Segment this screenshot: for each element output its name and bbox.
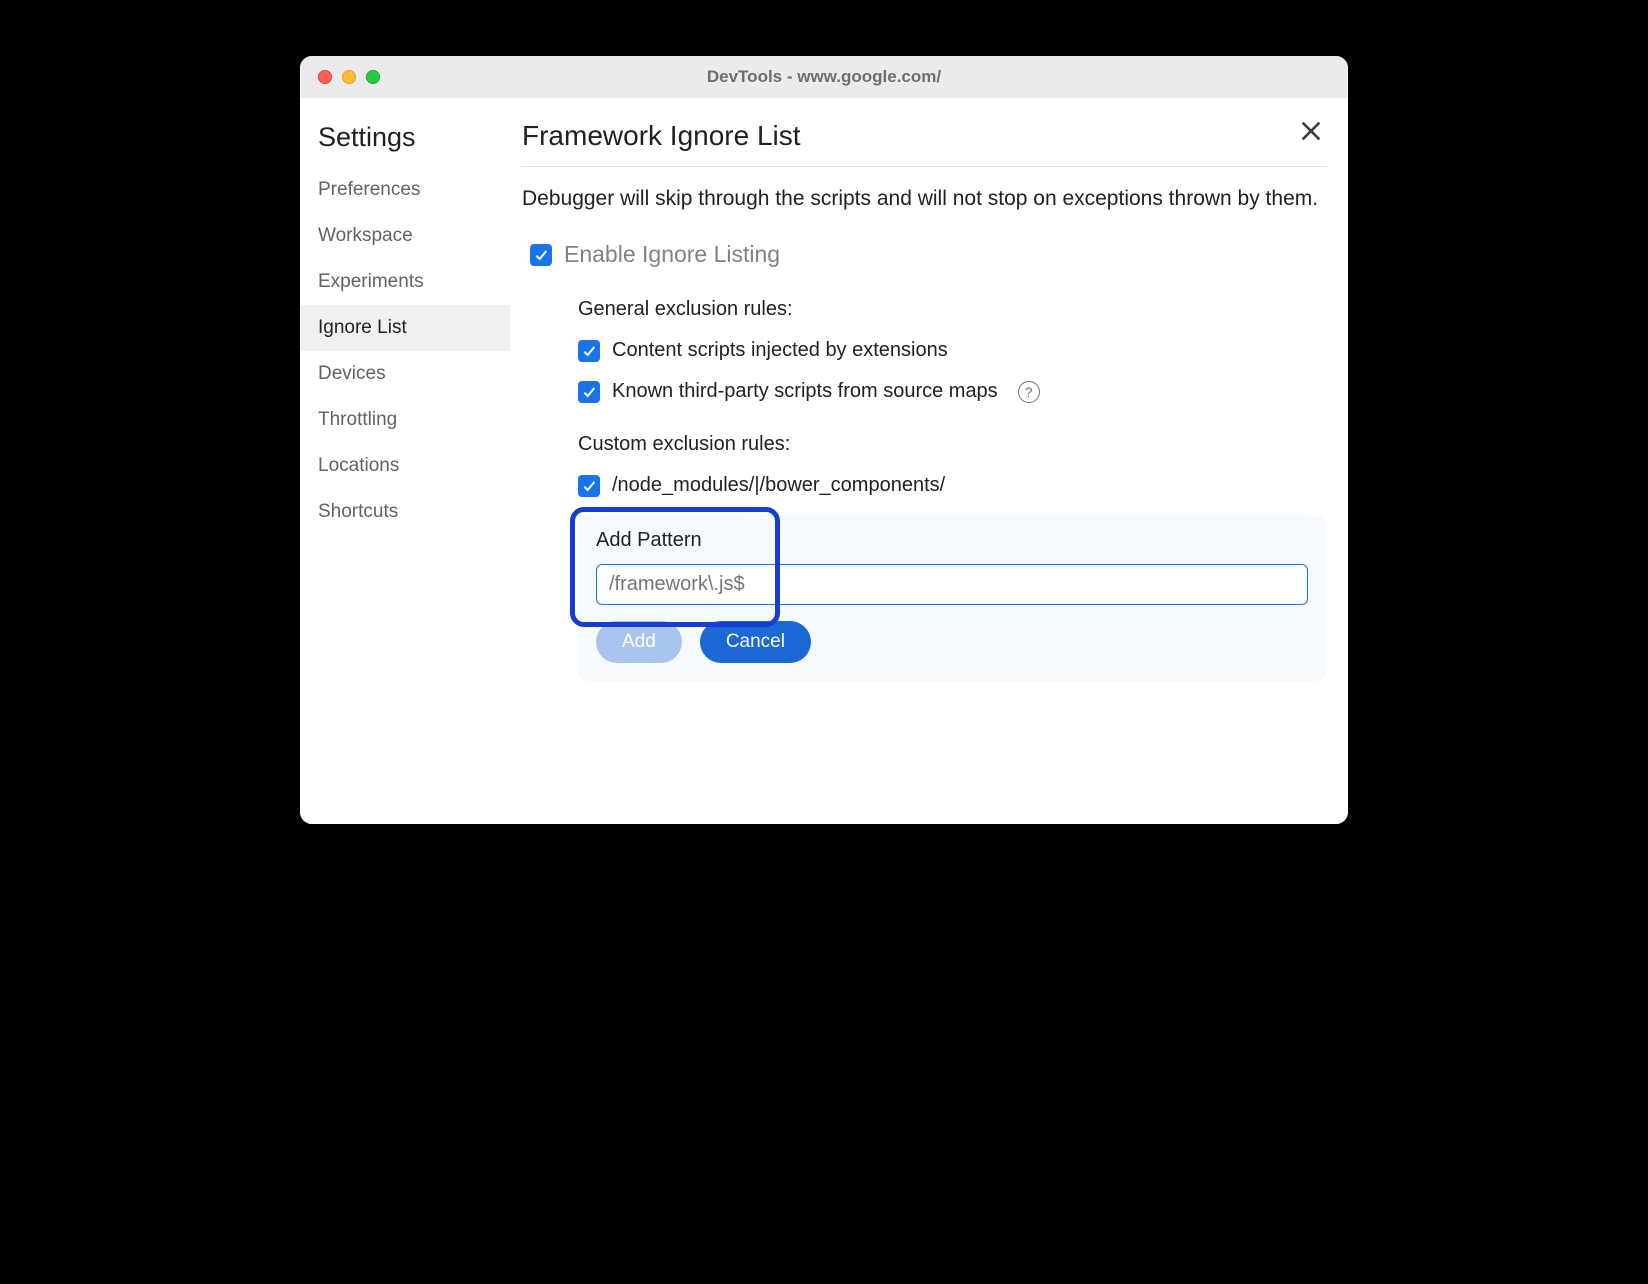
sidebar-item-experiments[interactable]: Experiments <box>300 259 510 305</box>
add-pattern-label: Add Pattern <box>596 529 1308 552</box>
page-description: Debugger will skip through the scripts a… <box>522 185 1326 213</box>
enable-ignore-listing-row: Enable Ignore Listing <box>522 241 1326 268</box>
window-minimize-button[interactable] <box>342 70 356 84</box>
sidebar-item-devices[interactable]: Devices <box>300 351 510 397</box>
help-icon[interactable]: ? <box>1018 381 1040 403</box>
close-icon[interactable] <box>1298 118 1324 144</box>
pattern-input[interactable] <box>596 564 1308 605</box>
enable-ignore-listing-checkbox[interactable] <box>530 244 552 266</box>
cancel-button[interactable]: Cancel <box>700 621 811 663</box>
window-close-button[interactable] <box>318 70 332 84</box>
page-title: Framework Ignore List <box>522 120 1326 167</box>
sidebar-item-preferences[interactable]: Preferences <box>300 167 510 213</box>
enable-ignore-listing-label: Enable Ignore Listing <box>564 241 780 268</box>
main-panel: Framework Ignore List Debugger will skip… <box>510 98 1348 824</box>
sidebar-item-shortcuts[interactable]: Shortcuts <box>300 489 510 535</box>
window-title: DevTools - www.google.com/ <box>300 67 1348 87</box>
rule-content-scripts-checkbox[interactable] <box>578 340 600 362</box>
rule-third-party-row: Known third-party scripts from source ma… <box>578 380 1326 403</box>
rule-third-party-checkbox[interactable] <box>578 381 600 403</box>
rule-third-party-label: Known third-party scripts from source ma… <box>612 380 998 403</box>
content-area: Settings Preferences Workspace Experimen… <box>300 98 1348 824</box>
custom-exclusion-section: Custom exclusion rules: /node_modules/|/… <box>522 433 1326 681</box>
add-button[interactable]: Add <box>596 621 682 663</box>
devtools-settings-window: DevTools - www.google.com/ Settings Pref… <box>300 56 1348 824</box>
sidebar-title: Settings <box>300 116 510 167</box>
add-pattern-box: Add Pattern Add Cancel <box>578 515 1326 681</box>
sidebar-item-workspace[interactable]: Workspace <box>300 213 510 259</box>
window-maximize-button[interactable] <box>366 70 380 84</box>
add-pattern-buttons: Add Cancel <box>596 621 1308 663</box>
sidebar-item-throttling[interactable]: Throttling <box>300 397 510 443</box>
sidebar-item-locations[interactable]: Locations <box>300 443 510 489</box>
custom-rules-heading: Custom exclusion rules: <box>578 433 1326 456</box>
general-exclusion-section: General exclusion rules: Content scripts… <box>522 298 1326 403</box>
rule-content-scripts-label: Content scripts injected by extensions <box>612 339 948 362</box>
general-rules-heading: General exclusion rules: <box>578 298 1326 321</box>
rule-node-modules-checkbox[interactable] <box>578 475 600 497</box>
settings-sidebar: Settings Preferences Workspace Experimen… <box>300 98 510 824</box>
rule-node-modules-label: /node_modules/|/bower_components/ <box>612 474 945 497</box>
traffic-lights <box>300 70 380 84</box>
sidebar-item-ignore-list[interactable]: Ignore List <box>300 305 510 351</box>
rule-node-modules-row: /node_modules/|/bower_components/ <box>578 474 1326 497</box>
window-titlebar: DevTools - www.google.com/ <box>300 56 1348 98</box>
rule-content-scripts-row: Content scripts injected by extensions <box>578 339 1326 362</box>
